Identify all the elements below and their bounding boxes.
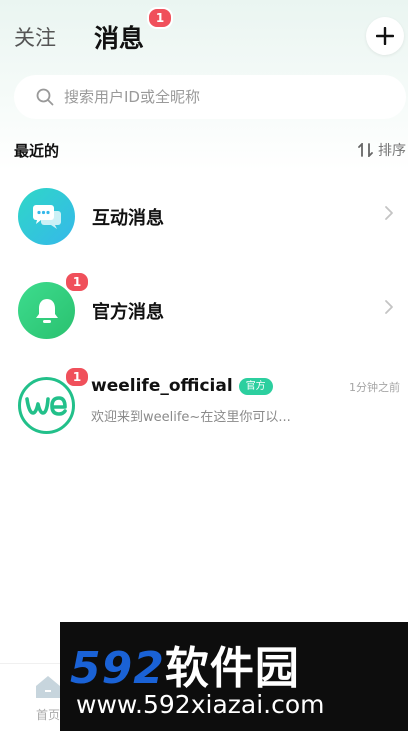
list-item-interactive-messages[interactable]: 互动消息 — [0, 177, 408, 257]
watermark-name: 软件园 — [164, 643, 300, 694]
home-icon — [36, 676, 60, 698]
chevron-right-icon — [385, 206, 393, 220]
sort-label: 排序 — [378, 143, 406, 159]
chat-item-weelife-official[interactable]: 1 weelife_official 官方 欢迎来到weelife~在这里你可以… — [0, 366, 408, 446]
header: 关注 消息 1 — [0, 7, 408, 60]
tab-follow[interactable]: 关注 — [14, 22, 56, 52]
bell-icon — [18, 282, 75, 339]
section-title-recent: 最近的 — [14, 142, 60, 160]
nav-home-label: 首页 — [35, 708, 60, 722]
watermark-logo: 592软件园 — [70, 632, 300, 696]
weelife-logo-icon — [24, 395, 67, 416]
official-unread-badge: 1 — [64, 271, 90, 293]
sort-button[interactable]: 排序 — [358, 140, 406, 160]
tab-messages[interactable]: 消息 — [94, 19, 144, 55]
nav-home[interactable]: 首页 — [33, 674, 63, 723]
plus-icon — [376, 27, 394, 45]
sort-icon — [358, 143, 373, 157]
chat-timestamp: 1分钟之前 — [349, 381, 400, 394]
list-item-official-messages[interactable]: 1 官方消息 — [0, 271, 408, 351]
messages-unread-badge: 1 — [147, 7, 173, 29]
chat-unread-badge: 1 — [64, 366, 90, 388]
chat-preview: 欢迎来到weelife~在这里你可以... — [91, 410, 291, 425]
search-icon — [36, 88, 54, 106]
add-button[interactable] — [366, 17, 404, 55]
status-bar — [0, 0, 408, 8]
chat-bubbles-icon — [18, 188, 75, 245]
watermark-banner: 592软件园 www.592xiazai.com — [60, 622, 408, 731]
interactive-messages-label: 互动消息 — [92, 208, 164, 229]
chat-name-text: weelife_official — [91, 376, 233, 396]
official-messages-label: 官方消息 — [92, 302, 164, 323]
weelife-avatar — [18, 377, 75, 434]
chevron-right-icon — [385, 300, 393, 314]
chat-name: weelife_official 官方 — [91, 376, 273, 396]
search-input[interactable] — [62, 87, 366, 107]
watermark-number: 592 — [70, 643, 165, 694]
official-badge: 官方 — [238, 377, 273, 395]
search-bar[interactable] — [14, 75, 406, 119]
watermark-url: www.592xiazai.com — [76, 690, 325, 719]
